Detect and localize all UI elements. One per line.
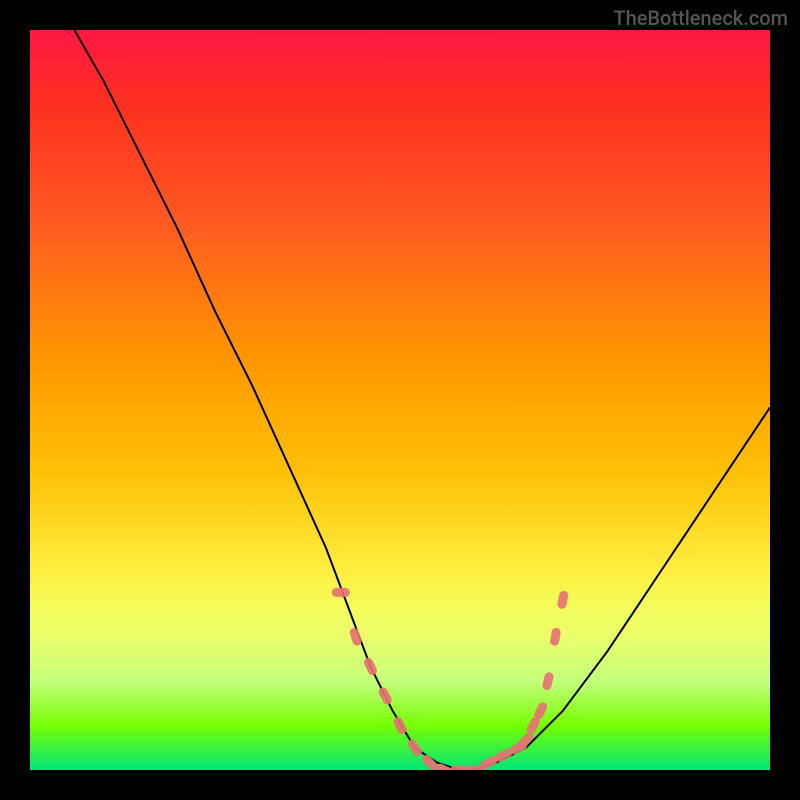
marker-dot bbox=[541, 671, 554, 691]
watermark-text: TheBottleneck.com bbox=[613, 6, 788, 30]
marker-dot bbox=[525, 716, 541, 736]
bottleneck-curve bbox=[74, 30, 770, 770]
marker-dot bbox=[348, 627, 362, 647]
marker-dot bbox=[377, 686, 393, 706]
marker-dot bbox=[557, 590, 569, 609]
marker-dot bbox=[406, 738, 423, 758]
marker-dot bbox=[549, 627, 561, 646]
plot-area bbox=[30, 30, 770, 770]
marker-dot bbox=[479, 755, 499, 770]
marker-dot bbox=[516, 731, 535, 750]
marker-dot bbox=[465, 766, 483, 771]
marker-dot bbox=[434, 762, 454, 770]
chart-svg bbox=[30, 30, 770, 770]
marker-dot bbox=[420, 753, 439, 770]
chart-container: TheBottleneck.com bbox=[0, 0, 800, 800]
marker-dot bbox=[332, 588, 350, 597]
highlight-markers bbox=[332, 588, 569, 770]
marker-dot bbox=[533, 701, 549, 721]
marker-dot bbox=[362, 656, 378, 676]
marker-dot bbox=[494, 747, 514, 763]
marker-dot bbox=[508, 740, 528, 756]
marker-dot bbox=[450, 766, 468, 771]
marker-dot bbox=[392, 716, 408, 736]
